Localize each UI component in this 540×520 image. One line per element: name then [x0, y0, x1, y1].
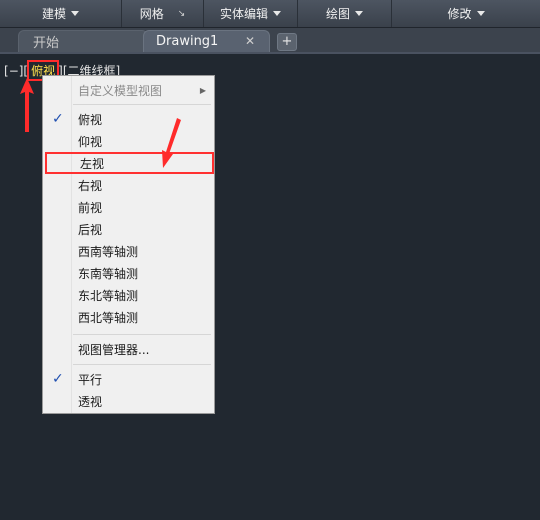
- menu-item-label: 左视: [80, 156, 105, 171]
- menu-item-left[interactable]: 左视: [45, 152, 214, 174]
- menu-item-bottom[interactable]: 仰视: [43, 130, 214, 152]
- menu-separator: [73, 334, 211, 335]
- menu-item-label: 平行: [78, 372, 103, 387]
- chevron-down-icon: [273, 11, 281, 16]
- dialog-launcher-icon[interactable]: ↘: [178, 9, 186, 19]
- chevron-down-icon: [355, 11, 363, 16]
- ribbon-panel-label: 实体编辑: [219, 7, 268, 21]
- tab-label: 开始: [33, 36, 60, 51]
- ribbon-panel-modify[interactable]: 修改: [392, 0, 540, 27]
- tab-start[interactable]: 开始: [18, 30, 148, 52]
- menu-item-label: 西南等轴测: [78, 244, 139, 259]
- menu-item-label: 后视: [78, 222, 103, 237]
- menu-item-label: 视图管理器...: [78, 342, 150, 357]
- menu-separator: [73, 104, 211, 105]
- tab-drawing1[interactable]: Drawing1 ✕: [143, 30, 270, 52]
- chevron-down-icon: [476, 11, 485, 16]
- ribbon-panel-bar: 建模 网格 ↘ 实体编辑 绘图 修改: [0, 0, 540, 28]
- menu-item-ne-isometric[interactable]: 东北等轴测: [43, 284, 214, 306]
- ribbon-panel-draw[interactable]: 绘图: [298, 0, 392, 27]
- ribbon-panel-label: 网格: [139, 7, 164, 21]
- menu-item-custom-model-views[interactable]: 自定义模型视图 ▶: [43, 79, 214, 101]
- annotation-arrow-diagonal-icon: [162, 118, 181, 168]
- ribbon-panel-label: 绘图: [325, 7, 350, 21]
- checkmark-icon: ✓: [52, 371, 64, 387]
- annotation-arrow-up-icon: [20, 78, 34, 132]
- menu-item-se-isometric[interactable]: 东南等轴测: [43, 262, 214, 284]
- menu-item-label: 东北等轴测: [78, 288, 139, 303]
- viewport-menu-control[interactable]: −: [9, 64, 19, 78]
- ribbon-panel-mesh[interactable]: 网格 ↘: [122, 0, 204, 27]
- menu-item-parallel[interactable]: ✓ 平行: [43, 368, 214, 390]
- menu-item-label: 俯视: [78, 112, 103, 127]
- menu-item-front[interactable]: 前视: [43, 196, 214, 218]
- tab-divider: [0, 52, 540, 54]
- ribbon-panel-solid-editing[interactable]: 实体编辑: [204, 0, 298, 27]
- menu-item-label: 仰视: [78, 134, 103, 149]
- menu-item-sw-isometric[interactable]: 西南等轴测: [43, 240, 214, 262]
- close-icon[interactable]: ✕: [245, 34, 255, 48]
- menu-item-top[interactable]: ✓ 俯视: [43, 108, 214, 130]
- new-tab-button[interactable]: +: [277, 33, 297, 51]
- checkmark-icon: ✓: [52, 111, 64, 127]
- tab-label: Drawing1: [156, 34, 219, 49]
- bracket: ][: [18, 63, 29, 78]
- ribbon-panel-label: 修改: [447, 7, 472, 21]
- menu-item-label: 前视: [78, 200, 103, 215]
- menu-item-label: 西北等轴测: [78, 310, 139, 325]
- menu-item-label: 右视: [78, 178, 103, 193]
- file-tab-bar: 开始 Drawing1 ✕ +: [0, 28, 540, 52]
- menu-item-perspective[interactable]: 透视: [43, 390, 214, 412]
- chevron-down-icon: [71, 11, 79, 16]
- submenu-arrow-icon: ▶: [199, 85, 206, 95]
- menu-item-label: 透视: [78, 394, 103, 409]
- menu-item-view-manager[interactable]: 视图管理器...: [43, 338, 214, 360]
- ribbon-panel-modeling[interactable]: 建模: [0, 0, 122, 27]
- menu-item-right[interactable]: 右视: [43, 174, 214, 196]
- menu-item-nw-isometric[interactable]: 西北等轴测: [43, 306, 214, 328]
- menu-item-label: 东南等轴测: [78, 266, 139, 281]
- menu-item-label: 自定义模型视图: [78, 83, 163, 98]
- ribbon-panel-label: 建模: [41, 7, 66, 21]
- menu-item-back[interactable]: 后视: [43, 218, 214, 240]
- view-context-menu: 自定义模型视图 ▶ ✓ 俯视 仰视 左视 右视 前视 后视 西南等轴测 东南等轴…: [42, 75, 215, 414]
- menu-separator: [73, 364, 211, 365]
